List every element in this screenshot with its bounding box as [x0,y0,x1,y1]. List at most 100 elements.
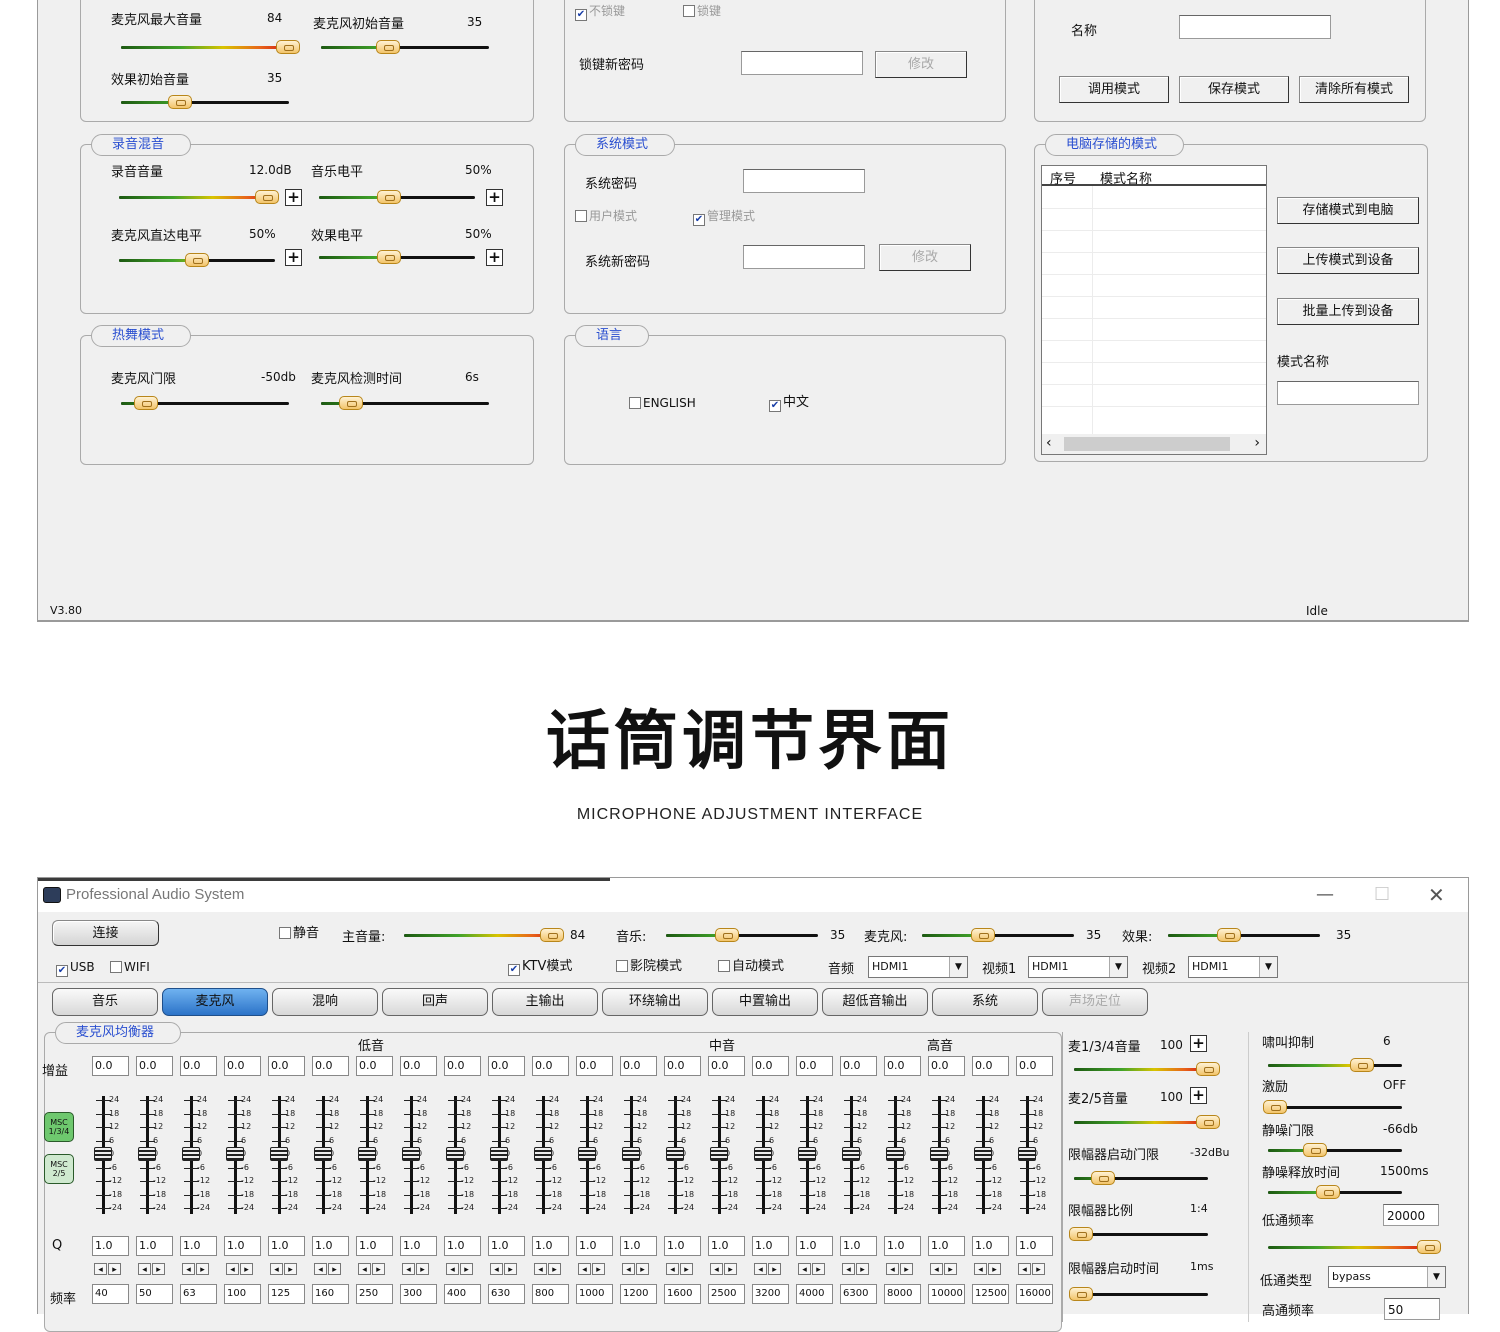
gain-input[interactable]: 0.0 [576,1056,613,1076]
q-input[interactable]: 1.0 [444,1236,481,1256]
mode-list[interactable]: 序号 模式名称 ‹ › [1041,165,1267,455]
q-spinner[interactable]: ◂ ▸ [578,1263,608,1277]
fader-thumb[interactable] [534,1147,552,1161]
spin-left-icon[interactable]: ◂ [710,1263,723,1275]
gain-input[interactable]: 0.0 [752,1056,789,1076]
gain-input[interactable]: 0.0 [840,1056,877,1076]
effect-level-plus-icon[interactable]: + [486,249,503,266]
spin-right-icon[interactable]: ▸ [152,1263,165,1275]
rec-volume-slider[interactable] [119,190,280,204]
slider-thumb[interactable] [185,253,209,267]
spin-left-icon[interactable]: ◂ [226,1263,239,1275]
gain-input[interactable]: 0.0 [224,1056,261,1076]
freq-input[interactable]: 8000 [884,1284,921,1304]
lock-new-pwd-input[interactable] [741,51,863,75]
spin-left-icon[interactable]: ◂ [182,1263,195,1275]
slider-thumb[interactable] [275,40,300,54]
col-name-header[interactable]: 模式名称 [1100,168,1152,187]
scroll-left-icon[interactable]: ‹ [1046,435,1052,451]
mic-gate-slider[interactable] [121,396,289,410]
minimize-icon[interactable]: — [1316,884,1334,905]
mic134-volume-slider[interactable] [1074,1062,1220,1076]
load-mode-button[interactable]: 调用模式 [1059,76,1169,103]
spin-left-icon[interactable]: ◂ [94,1263,107,1275]
fader-thumb[interactable] [666,1147,684,1161]
tab-center-output[interactable]: 中置输出 [712,988,818,1016]
fader-thumb[interactable] [754,1147,772,1161]
q-spinner[interactable]: ◂ ▸ [270,1263,300,1277]
fader-thumb[interactable] [490,1147,508,1161]
system-modify-button[interactable]: 修改 [879,244,971,271]
mic25-volume-slider[interactable] [1074,1115,1220,1129]
spin-left-icon[interactable]: ◂ [138,1263,151,1275]
freq-input[interactable]: 16000 [1016,1284,1053,1304]
mic25-plus-icon[interactable]: + [1190,1087,1207,1104]
spin-right-icon[interactable]: ▸ [944,1263,957,1275]
spin-left-icon[interactable]: ◂ [490,1263,503,1275]
gain-input[interactable]: 0.0 [268,1056,305,1076]
no-lock-checkbox[interactable]: ✔ 不锁键 [575,4,625,21]
lowpass-type-select[interactable]: bypass ▼ [1328,1266,1446,1288]
q-input[interactable]: 1.0 [752,1236,789,1256]
cinema-mode-checkbox[interactable]: 影院模式 [616,960,682,974]
wifi-checkbox[interactable]: WIFI [110,960,150,974]
q-spinner[interactable]: ◂ ▸ [710,1263,740,1277]
q-spinner[interactable]: ◂ ▸ [358,1263,388,1277]
q-input[interactable]: 1.0 [532,1236,569,1256]
upload-to-device-button[interactable]: 上传模式到设备 [1277,247,1419,274]
maximize-icon[interactable]: ☐ [1374,884,1390,905]
lowpass-freq-input[interactable]: 20000 [1383,1204,1439,1226]
freq-input[interactable]: 3200 [752,1284,789,1304]
slider-thumb[interactable] [1416,1240,1441,1254]
q-spinner[interactable]: ◂ ▸ [402,1263,432,1277]
spin-left-icon[interactable]: ◂ [622,1263,635,1275]
fader-thumb[interactable] [358,1147,376,1161]
gain-input[interactable]: 0.0 [444,1056,481,1076]
gain-input[interactable]: 0.0 [1016,1056,1053,1076]
gain-input[interactable]: 0.0 [312,1056,349,1076]
lock-checkbox[interactable]: 锁键 [683,4,721,18]
freq-input[interactable]: 4000 [796,1284,833,1304]
freq-input[interactable]: 250 [356,1284,393,1304]
limiter-threshold-slider[interactable] [1074,1171,1208,1185]
q-input[interactable]: 1.0 [972,1236,1009,1256]
spin-left-icon[interactable]: ◂ [534,1263,547,1275]
col-no-header[interactable]: 序号 [1050,168,1076,187]
q-spinner[interactable]: ◂ ▸ [798,1263,828,1277]
gain-input[interactable]: 0.0 [136,1056,173,1076]
spin-right-icon[interactable]: ▸ [240,1263,253,1275]
spin-right-icon[interactable]: ▸ [372,1263,385,1275]
fader-thumb[interactable] [270,1147,288,1161]
lowpass-freq-slider[interactable] [1268,1240,1441,1254]
mic-init-slider[interactable] [321,40,489,54]
spin-left-icon[interactable]: ◂ [578,1263,591,1275]
effect-init-slider[interactable] [121,95,289,109]
slider-thumb[interactable] [376,40,401,54]
effect-level-slider[interactable] [319,250,475,264]
chinese-checkbox[interactable]: ✔ 中文 [769,396,809,412]
slider-thumb[interactable] [134,396,159,410]
noise-release-slider[interactable] [1268,1185,1402,1199]
effect-slider[interactable] [1168,928,1320,942]
slider-thumb[interactable] [540,928,565,942]
freq-input[interactable]: 1600 [664,1284,701,1304]
spin-right-icon[interactable]: ▸ [196,1263,209,1275]
spin-left-icon[interactable]: ◂ [314,1263,327,1275]
q-input[interactable]: 1.0 [664,1236,701,1256]
close-icon[interactable]: ✕ [1428,883,1445,907]
spin-right-icon[interactable]: ▸ [548,1263,561,1275]
gain-input[interactable]: 0.0 [92,1056,129,1076]
q-input[interactable]: 1.0 [92,1236,129,1256]
rec-volume-plus-icon[interactable]: + [285,189,302,206]
q-input[interactable]: 1.0 [268,1236,305,1256]
auto-mode-checkbox[interactable]: 自动模式 [718,960,784,974]
fader-thumb[interactable] [94,1147,112,1161]
connect-button[interactable]: 连接 [52,920,159,946]
gain-input[interactable]: 0.0 [620,1056,657,1076]
freq-input[interactable]: 50 [136,1284,173,1304]
tab-surround-output[interactable]: 环绕输出 [602,988,708,1016]
spin-right-icon[interactable]: ▸ [724,1263,737,1275]
fader-thumb[interactable] [182,1147,200,1161]
freq-input[interactable]: 40 [92,1284,129,1304]
spin-right-icon[interactable]: ▸ [856,1263,869,1275]
